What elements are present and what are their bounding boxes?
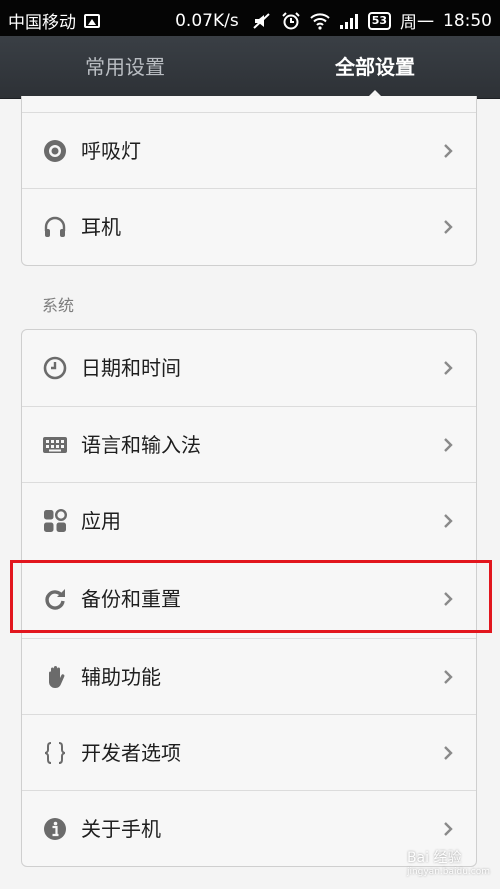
- chevron-right-icon: [444, 438, 453, 452]
- keyboard-icon: [43, 437, 67, 453]
- list-item-apps[interactable]: 应用: [22, 482, 476, 559]
- list-item-date-time[interactable]: 日期和时间: [22, 330, 476, 406]
- weekday: 周一: [400, 13, 434, 33]
- watermark-url: jingyan.baidu.com: [406, 867, 490, 877]
- settings-tabs: 常用设置 全部设置: [0, 36, 500, 99]
- tab-all-settings[interactable]: 全部设置: [250, 36, 500, 98]
- alarm-icon: [281, 11, 300, 29]
- item-label: 辅助功能: [81, 665, 161, 689]
- list-item-notification-light[interactable]: 呼吸灯: [22, 112, 476, 189]
- item-label: 应用: [81, 509, 121, 533]
- chevron-right-icon: [444, 514, 453, 528]
- network-speed: 0.07K/s: [175, 10, 239, 31]
- tab-common-settings[interactable]: 常用设置: [0, 36, 250, 98]
- highlight-box: [10, 560, 492, 633]
- chevron-right-icon: [444, 361, 453, 375]
- chevron-right-icon: [444, 670, 453, 684]
- item-label: 呼吸灯: [81, 139, 141, 163]
- signal-icon: [339, 13, 358, 29]
- list-item-developer-options[interactable]: 开发者选项: [22, 714, 476, 791]
- clock-time: 18:50: [443, 10, 492, 31]
- item-label: 日期和时间: [81, 356, 181, 380]
- chevron-right-icon: [444, 746, 453, 760]
- wifi-icon: [309, 12, 330, 30]
- apps-icon: [44, 509, 67, 532]
- device-settings-group: 呼吸灯 耳机: [21, 96, 477, 266]
- headphones-icon: [44, 216, 66, 237]
- item-label: 耳机: [81, 215, 121, 239]
- chevron-right-icon: [444, 144, 453, 158]
- carrier-name: 中国移动: [8, 13, 76, 33]
- clock-icon: [43, 356, 67, 380]
- mute-icon: [253, 12, 270, 29]
- battery-level: 53: [367, 11, 391, 30]
- image-notification-icon: [84, 13, 100, 28]
- info-icon: [44, 818, 66, 840]
- chevron-right-icon: [444, 822, 453, 836]
- list-item-accessibility[interactable]: 辅助功能: [22, 638, 476, 715]
- watermark-text: Bai 经验: [406, 850, 462, 866]
- section-title-system: 系统: [42, 296, 75, 315]
- status-bar: 中国移动 0.07K/s 53 周一 18:50: [0, 0, 500, 36]
- item-label: 语言和输入法: [81, 433, 201, 457]
- braces-icon: [44, 742, 66, 764]
- item-label: 关于手机: [81, 817, 161, 841]
- list-item-language-input[interactable]: 语言和输入法: [22, 406, 476, 483]
- hand-icon: [49, 666, 65, 688]
- list-item-headphones[interactable]: 耳机: [22, 188, 476, 265]
- item-label: 开发者选项: [81, 741, 181, 765]
- chevron-right-icon: [444, 220, 453, 234]
- watermark: Bai 经验 jingyan.baidu.com: [407, 847, 490, 877]
- notification-light-icon: [44, 140, 66, 162]
